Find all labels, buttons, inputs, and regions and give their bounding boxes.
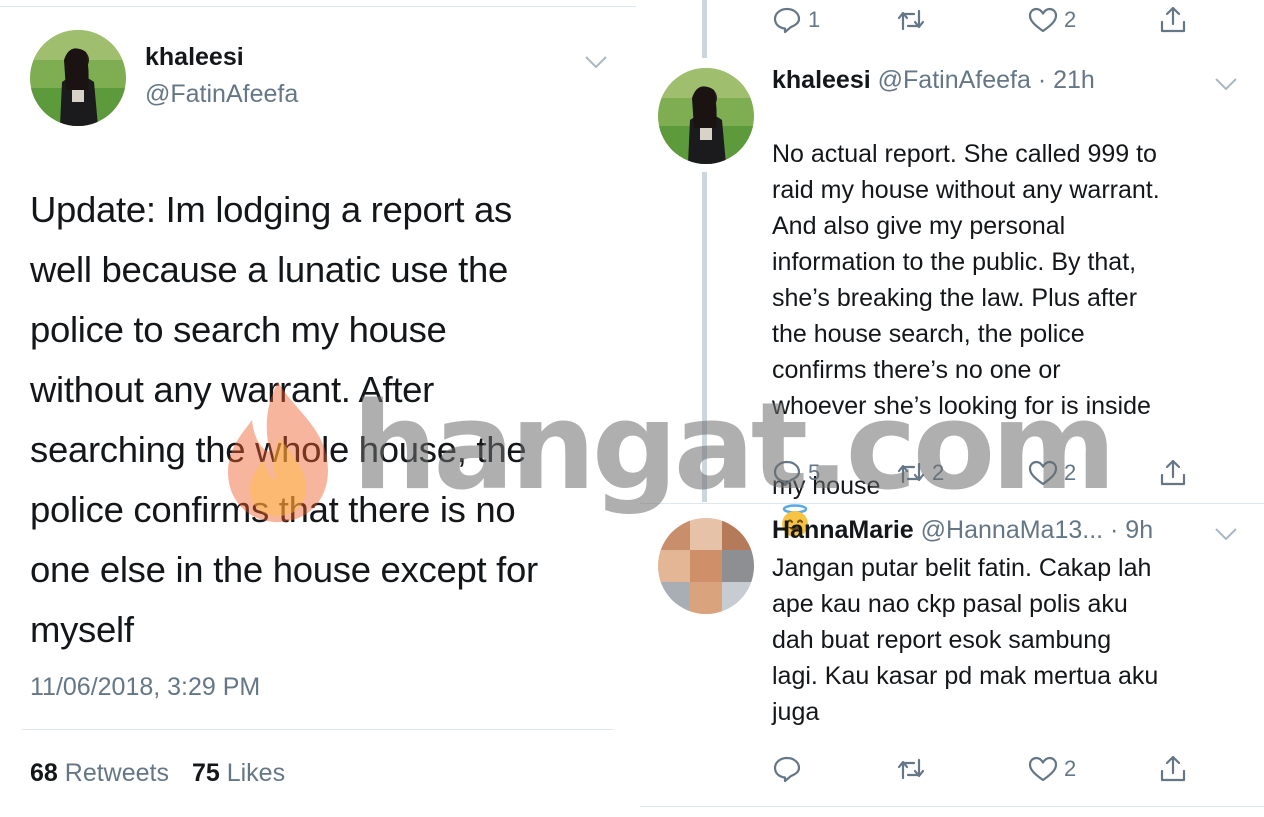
action-bar: 2 xyxy=(772,751,1192,787)
like-count: 2 xyxy=(1064,460,1077,485)
share-button[interactable] xyxy=(1158,2,1188,38)
likes-stat[interactable]: 75 Likes xyxy=(192,759,293,787)
reply-header: HannaMarie @HannaMa13... · 9h xyxy=(772,516,1153,545)
avatar[interactable] xyxy=(658,68,754,164)
retweet-icon xyxy=(897,758,925,780)
retweet-button[interactable] xyxy=(896,751,932,787)
avatar[interactable] xyxy=(30,30,126,126)
heart-icon xyxy=(1028,460,1058,486)
reply-count: 5 xyxy=(808,460,821,485)
reply-header: khaleesi @FatinAfeefa · 21h xyxy=(772,66,1095,95)
like-count: 2 xyxy=(1064,756,1077,781)
display-name[interactable]: HannaMarie xyxy=(772,516,914,544)
display-name[interactable]: khaleesi xyxy=(145,43,244,72)
share-icon xyxy=(1160,755,1186,782)
user-handle[interactable]: @FatinAfeefa xyxy=(145,80,298,109)
retweets-count: 68 xyxy=(30,759,58,787)
retweet-icon xyxy=(897,9,925,31)
like-button[interactable]: 2 xyxy=(1028,2,1076,38)
handle-and-time[interactable]: @HannaMa13... · 9h xyxy=(921,516,1153,544)
chevron-down-icon[interactable] xyxy=(1214,76,1238,92)
chevron-down-icon[interactable] xyxy=(1214,526,1238,542)
retweet-button[interactable]: 2 xyxy=(896,455,944,491)
retweets-stat[interactable]: 68 Retweets xyxy=(30,759,177,787)
main-tweet-panel: khaleesi @FatinAfeefa Update: Im lodging… xyxy=(0,0,640,817)
heart-icon xyxy=(1028,756,1058,782)
reply-text: No actual report. She called 999 to raid… xyxy=(772,100,1252,578)
handle-and-time[interactable]: @FatinAfeefa · 21h xyxy=(878,66,1095,94)
divider xyxy=(640,806,1264,807)
thread-line xyxy=(702,172,707,502)
share-button[interactable] xyxy=(1158,455,1188,491)
like-button[interactable]: 2 xyxy=(1028,455,1076,491)
like-count: 2 xyxy=(1064,7,1077,32)
divider xyxy=(0,6,636,7)
share-icon xyxy=(1160,459,1186,486)
replies-panel: 1 2 khaleesi @FatinAfeefa · 21h No actua… xyxy=(640,0,1264,817)
action-bar: 5 2 2 xyxy=(772,455,1192,491)
reply-icon xyxy=(773,756,801,783)
tweet-stats: 68 Retweets 75 Likes xyxy=(30,759,301,788)
reply-button[interactable]: 5 xyxy=(772,455,820,491)
reply-icon xyxy=(773,7,801,34)
retweet-button[interactable] xyxy=(896,2,932,38)
likes-label: Likes xyxy=(226,759,286,787)
likes-count: 75 xyxy=(191,759,220,787)
share-button[interactable] xyxy=(1158,751,1188,787)
retweet-icon xyxy=(897,462,925,484)
reply-button[interactable]: 1 xyxy=(772,2,820,38)
retweet-count: 2 xyxy=(932,460,945,485)
like-button[interactable]: 2 xyxy=(1028,751,1076,787)
avatar[interactable] xyxy=(658,518,754,614)
reply-text: Jangan putar belit fatin. Cakap lah ape … xyxy=(772,554,1159,726)
heart-icon xyxy=(1028,7,1058,33)
reply-button[interactable] xyxy=(772,751,808,787)
tweet-text: Update: Im lodging a report as well beca… xyxy=(30,189,538,650)
chevron-down-icon[interactable] xyxy=(584,54,608,70)
divider xyxy=(22,729,614,730)
action-bar: 1 2 xyxy=(772,2,1192,38)
retweets-label: Retweets xyxy=(64,759,169,787)
tweet-timestamp[interactable]: 11/06/2018, 3:29 PM xyxy=(30,673,260,702)
reply-text-lines: No actual report. She called 999 to raid… xyxy=(772,140,1160,420)
divider xyxy=(640,503,1264,504)
thread-line xyxy=(702,0,707,58)
display-name[interactable]: khaleesi xyxy=(772,66,871,94)
reply-icon xyxy=(773,460,801,487)
reply-count: 1 xyxy=(808,7,821,32)
share-icon xyxy=(1160,6,1186,33)
